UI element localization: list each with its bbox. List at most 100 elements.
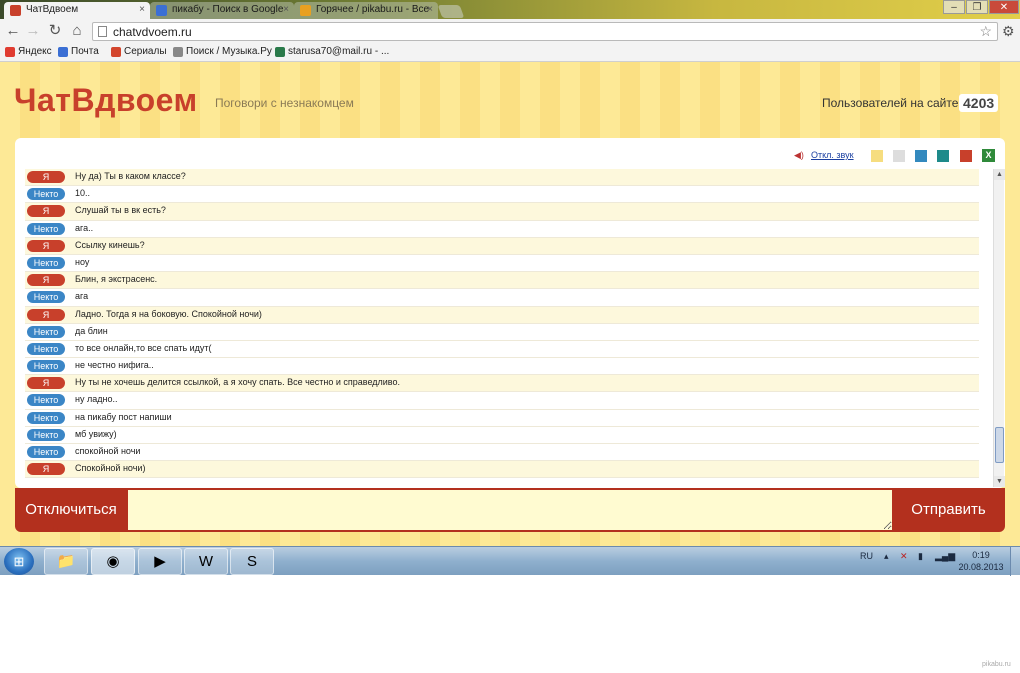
message-text: мб увижу): [75, 428, 117, 439]
message-row: Я Ну ты не хочешь делится ссылкой, а я хо…: [25, 375, 979, 393]
usb-icon[interactable]: ▮: [918, 551, 923, 562]
chat-scrollbar[interactable]: ▲ ▼: [993, 169, 1005, 487]
sender-badge-stranger: Некто: [27, 342, 65, 355]
theme-swatch-teal[interactable]: [937, 150, 949, 162]
sender-badge-me: Я: [27, 171, 65, 183]
sender-badge-me: Я: [27, 205, 65, 218]
chrome-icon[interactable]: ◉: [91, 548, 135, 575]
start-button[interactable]: ⊞: [4, 548, 34, 575]
scroll-thumb[interactable]: [995, 427, 1004, 463]
tv-icon: [111, 47, 121, 57]
users-online-count: 4203: [959, 94, 999, 112]
browser-toolbar: ← → ↻ ⌂ chatvdvoem.ru ☆ ⚙: [0, 19, 1020, 44]
sender-badge-stranger: Некто: [27, 188, 65, 201]
message-row: Я Ну да) Ты в каком классе?: [25, 169, 979, 187]
tab-label: пикабу - Поиск в Google: [172, 4, 284, 15]
bookmark-label: Почта: [71, 46, 99, 57]
explorer-folder-icon[interactable]: 📁: [44, 548, 88, 575]
mute-sound-link[interactable]: ◀) Откл. звук: [794, 150, 854, 160]
clock-time: 0:19: [972, 550, 990, 560]
page: ЧатВдвоем Поговори с незнакомцем Пользов…: [0, 62, 1020, 546]
chat-toolbar: ◀) Откл. звук X: [15, 138, 1005, 168]
minimize-icon[interactable]: –: [943, 0, 965, 14]
message-text: Ну да) Ты в каком классе?: [75, 171, 186, 181]
theme-swatch-red[interactable]: [960, 150, 972, 162]
close-icon[interactable]: ×: [283, 2, 289, 18]
tab-google-search[interactable]: пикабу - Поиск в Google ×: [150, 2, 294, 19]
back-arrow-icon[interactable]: ←: [4, 22, 22, 40]
chat-favicon-icon: [10, 5, 21, 16]
tab-pikabu[interactable]: Горячее / pikabu.ru - Все ×: [294, 2, 438, 19]
word-icon[interactable]: W: [184, 548, 228, 575]
page-icon: [98, 26, 107, 37]
message-row: Некто не честно нифига..: [25, 358, 979, 376]
windows-taskbar: ⊞ 📁 ◉ ▶ W S RU ▴ ✕ ▮ ▂▄▆ 0:19 20.08.2013: [0, 546, 1020, 576]
send-button[interactable]: Отправить: [892, 488, 1005, 532]
forward-arrow-icon[interactable]: →: [24, 22, 42, 40]
window-close-icon[interactable]: ✕: [989, 0, 1019, 14]
reload-icon[interactable]: ↻: [46, 22, 64, 40]
network-error-icon[interactable]: ✕: [900, 551, 908, 562]
clock[interactable]: 0:19 20.08.2013: [958, 549, 1004, 573]
disconnect-button[interactable]: Отключиться: [15, 488, 127, 532]
chat-box: ◀) Откл. звук X Я Ну да) Ты в каком класс…: [15, 138, 1005, 488]
show-desktop-button[interactable]: [1010, 547, 1020, 576]
message-row: Я Слушай ты в вк есть?: [25, 203, 979, 221]
skype-icon[interactable]: S: [230, 548, 274, 575]
bookmark-pochta[interactable]: Почта: [58, 46, 99, 57]
scroll-down-arrow-icon[interactable]: ▼: [994, 476, 1005, 487]
theme-swatch-yellow[interactable]: [871, 150, 883, 162]
site-logo[interactable]: ЧатВдвоем: [14, 82, 198, 119]
message-text: Ссылку кинешь?: [75, 239, 145, 250]
theme-swatch-gray[interactable]: [893, 150, 905, 162]
new-tab-button[interactable]: [437, 5, 465, 18]
home-icon[interactable]: ⌂: [68, 22, 86, 40]
bookmark-yandex[interactable]: Яндекс: [5, 46, 52, 57]
bookmark-mail[interactable]: starusa70@mail.ru - ...: [275, 46, 389, 57]
message-row: Некто ага: [25, 289, 979, 307]
show-hidden-icons-icon[interactable]: ▴: [884, 551, 889, 562]
message-text: 10..: [75, 188, 91, 199]
bookmark-music-search[interactable]: Поиск / Музыка.Ру: [173, 46, 272, 57]
clock-date: 20.08.2013: [958, 562, 1004, 572]
sender-badge-me: Я: [27, 308, 65, 321]
address-bar[interactable]: chatvdvoem.ru ☆: [92, 22, 998, 41]
message-text: Блин, я экстрасенс.: [75, 274, 158, 285]
tab-chatvdvoem[interactable]: ЧатВдвоем ×: [4, 2, 150, 19]
restore-icon[interactable]: ❐: [966, 0, 988, 14]
language-indicator[interactable]: RU: [860, 551, 873, 561]
close-icon[interactable]: ×: [139, 2, 145, 18]
bookmark-label: Сериалы: [124, 46, 167, 57]
document-icon: [173, 47, 183, 57]
message-text: Спокойной ночи): [75, 463, 146, 474]
sender-badge-me: Я: [27, 463, 65, 476]
yandex-icon: [5, 47, 15, 57]
message-row: Некто да блин: [25, 323, 979, 341]
message-list: Я Ну да) Ты в каком классе? Некто 10.. Я Слуш…: [25, 169, 979, 487]
sender-badge-stranger: Некто: [27, 446, 65, 458]
sender-badge-stranger: Некто: [27, 325, 65, 338]
tab-label: Горячее / pikabu.ru - Все: [316, 4, 430, 15]
message-row: Я Спокойной ночи): [25, 461, 979, 479]
excel-export-icon[interactable]: X: [982, 149, 995, 162]
message-text: ага: [75, 291, 89, 302]
message-input[interactable]: [128, 490, 892, 530]
scroll-up-arrow-icon[interactable]: ▲: [994, 169, 1005, 180]
sender-badge-me: Я: [27, 239, 65, 252]
signal-icon[interactable]: ▂▄▆: [935, 551, 955, 562]
media-player-icon[interactable]: ▶: [138, 548, 182, 575]
pikabu-favicon-icon: [300, 5, 311, 16]
speaker-icon: ◀): [794, 150, 804, 160]
bookmark-serialy[interactable]: Сериалы: [111, 46, 167, 57]
wrench-menu-icon[interactable]: ⚙: [1002, 23, 1015, 40]
message-text: ага..: [75, 222, 94, 233]
address-url[interactable]: chatvdvoem.ru: [113, 25, 192, 39]
close-icon[interactable]: ×: [427, 2, 433, 18]
bookmark-star-icon[interactable]: ☆: [979, 23, 992, 40]
sender-badge-stranger: Некто: [27, 291, 65, 304]
mail-ru-icon: [275, 47, 285, 57]
message-text: спокойной ночи: [75, 446, 141, 456]
sender-badge-stranger: Некто: [27, 428, 65, 441]
message-row: Я Блин, я экстрасенс.: [25, 272, 979, 290]
theme-swatch-blue[interactable]: [915, 150, 927, 162]
